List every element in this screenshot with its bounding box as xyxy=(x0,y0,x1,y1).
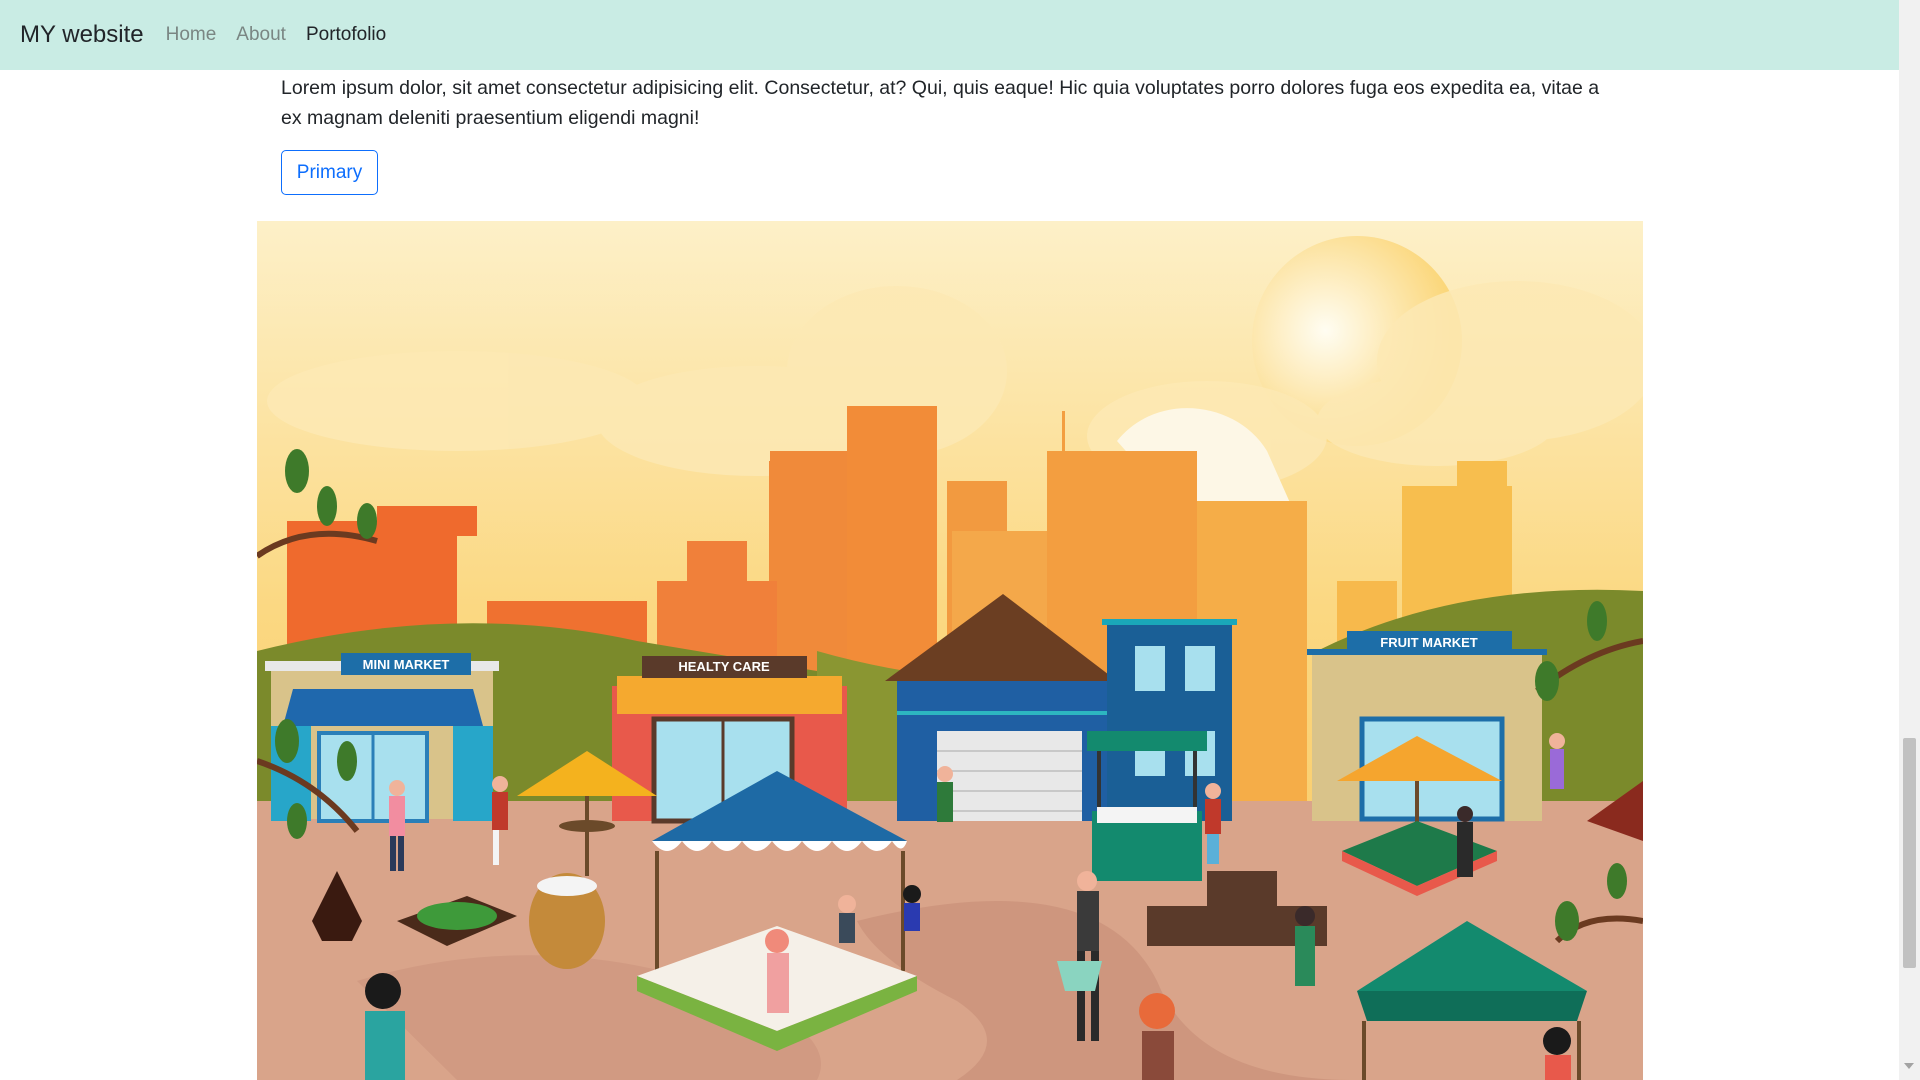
nav-link-portofolio[interactable]: Portofolio xyxy=(306,24,386,46)
scroll-down-arrow-icon[interactable] xyxy=(1904,1063,1914,1069)
fruit-market-sign: FRUIT MARKET xyxy=(1380,635,1478,650)
nav-link-about[interactable]: About xyxy=(236,24,286,46)
main-content: Lorem ipsum dolor, sit amet consectetur … xyxy=(281,70,1621,195)
market-illustration: MINI MARKET HEALTY CARE FRUIT MARKET xyxy=(257,221,1643,1080)
navbar: MY website Home About Portofolio xyxy=(0,0,1899,70)
healty-care-sign: HEALTY CARE xyxy=(678,659,770,674)
nav-links: Home About Portofolio xyxy=(166,24,407,46)
vertical-scrollbar[interactable] xyxy=(1899,0,1920,1080)
intro-paragraph: Lorem ipsum dolor, sit amet consectetur … xyxy=(281,77,1600,129)
brand-logo[interactable]: MY website xyxy=(20,21,144,49)
nav-link-home[interactable]: Home xyxy=(166,24,217,46)
mini-market-sign: MINI MARKET xyxy=(363,657,450,672)
primary-button[interactable]: Primary xyxy=(281,150,378,195)
scrollbar-thumb[interactable] xyxy=(1903,738,1916,968)
